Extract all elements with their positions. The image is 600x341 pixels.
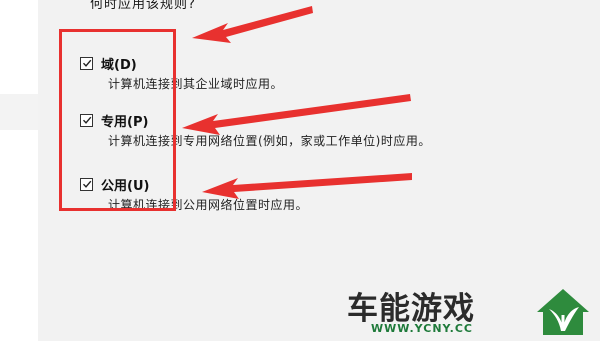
leaf-logo-icon bbox=[537, 289, 589, 335]
watermark-url: WWW.YCNY.CC bbox=[371, 322, 474, 335]
left-gutter bbox=[0, 0, 38, 341]
annotation-highlight-box bbox=[59, 29, 176, 211]
section-heading: 何时应用该规则? bbox=[90, 0, 196, 12]
left-nav-item[interactable] bbox=[0, 94, 38, 130]
